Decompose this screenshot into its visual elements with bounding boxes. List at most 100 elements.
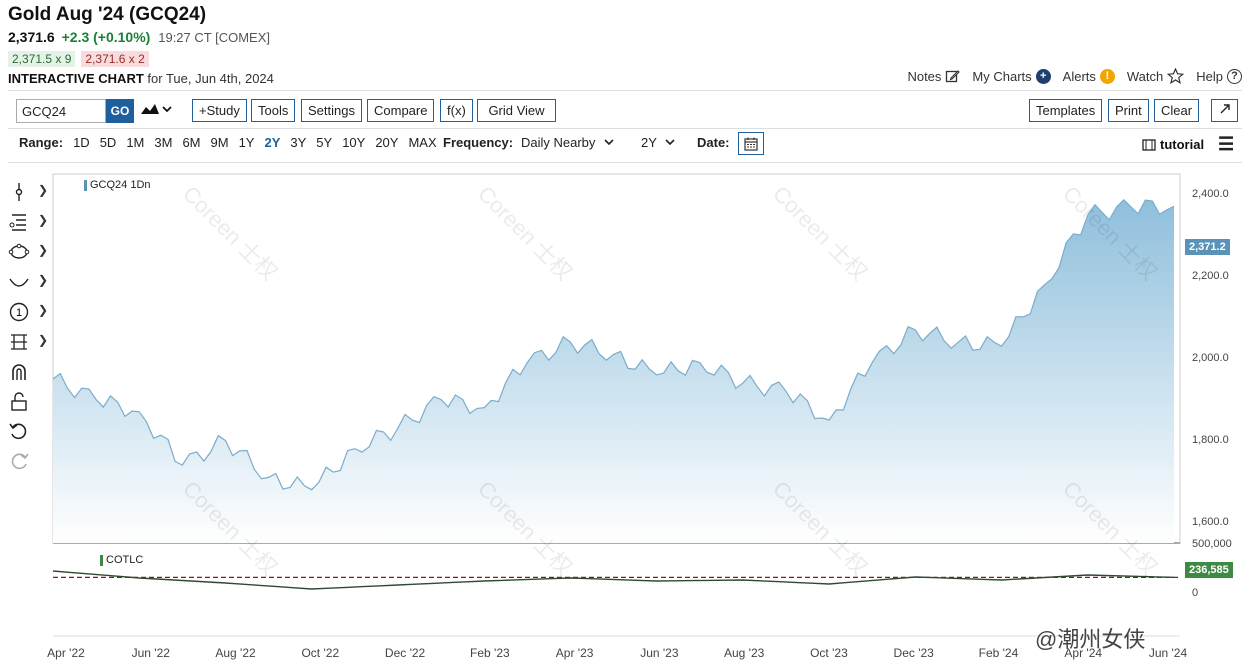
y-tick-label: 2,000.0 [1192,351,1229,364]
range-option[interactable]: 5D [100,135,117,150]
notes-label: Notes [907,68,942,84]
period-select[interactable]: 2Y [641,135,676,150]
bid-badge: 2,371.5 x 9 [8,51,76,67]
grid-view-button[interactable]: Grid View [477,99,556,122]
y-tick-label: 1,800.0 [1192,433,1229,446]
date-label: Date: [697,135,730,150]
watch-link[interactable]: Watch [1126,68,1185,84]
range-selector: Range: 1D 5D 1M 3M 6M 9M 1Y 2Y 3Y 5Y 10Y 20Y MAX [19,135,447,150]
range-option[interactable]: MAX [408,135,436,150]
range-option[interactable]: 3Y [290,135,306,150]
x-tick-label: Oct '22 [301,646,340,660]
chevron-down-icon [604,139,614,146]
y-tick-label: 1,600.0 [1192,515,1229,528]
frequency-label: Frequency: [443,135,514,150]
help-label: Help [1196,68,1223,84]
cot-line [52,570,1175,590]
star-icon [1167,68,1185,84]
calendar-icon [744,137,758,151]
weibo-text: @潮州女侠 [1035,627,1146,652]
cot-series-label: COTLC [100,554,143,566]
range-option[interactable]: 3M [154,135,172,150]
expand-icon [1220,104,1230,114]
bid-ask: 2,371.5 x 9 2,371.6 x 2 [8,51,149,67]
range-option[interactable]: 10Y [342,135,365,150]
x-tick-label: Jun '23 [640,646,679,660]
top-links: Notes My Charts + Alerts ! Watch Help ? [907,68,1242,84]
range-option[interactable]: 5Y [316,135,332,150]
ask-badge: 2,371.6 x 2 [81,51,149,67]
plus-circle-icon: + [1035,68,1051,84]
divider [8,128,1242,129]
study-button[interactable]: +Study [192,99,247,122]
film-icon [1142,138,1156,151]
x-tick-label: Jun '22 [131,646,170,660]
range-option[interactable]: 20Y [375,135,398,150]
main-series-label: GCQ24 1Dn [84,179,151,191]
chart-date: for Tue, Jun 4th, 2024 [147,71,274,86]
clear-button[interactable]: Clear [1154,99,1200,122]
last-price: 2,371.6 [8,29,55,45]
page-title: Gold Aug '24 (GCQ24) [8,4,207,25]
weibo-watermark: @潮州女侠 [1035,622,1145,654]
chart-canvas[interactable] [0,166,1250,672]
x-tick-label: Apr '22 [47,646,85,660]
symbol-input[interactable] [16,99,106,123]
chart-type-dropdown[interactable] [140,101,172,120]
price-line: 2,371.6 +2.3 (+0.10%) 19:27 CT [COMEX] [8,29,270,45]
x-tick-label: Oct '23 [810,646,848,660]
range-option[interactable]: 6M [182,135,200,150]
interactive-chart-label: INTERACTIVE CHART [8,71,144,86]
x-tick-label: Jun '24 [1148,646,1188,660]
function-button[interactable]: f(x) [440,99,473,122]
alerts-label: Alerts [1062,68,1096,84]
x-tick-label: Aug '22 [215,646,256,660]
go-button[interactable]: GO [106,99,134,123]
templates-button[interactable]: Templates [1029,99,1103,122]
x-tick-label: Dec '23 [893,646,934,660]
alert-icon: ! [1099,68,1115,84]
expand-button[interactable] [1211,99,1238,122]
cot-series-text: COTLC [106,554,144,566]
range-options: 1D 5D 1M 3M 6M 9M 1Y 2Y 3Y 5Y 10Y 20Y MAX [73,135,447,150]
my-charts-link[interactable]: My Charts + [972,68,1051,84]
range-option[interactable]: 1D [73,135,90,150]
x-tick-label: Aug '23 [723,646,765,660]
x-tick-label: Feb '23 [470,646,510,660]
menu-icon[interactable]: ☰ [1218,134,1234,155]
calendar-button[interactable] [738,132,764,155]
watch-label: Watch [1126,68,1164,84]
tutorial-label: tutorial [1160,137,1205,152]
x-tick-label: Feb '24 [978,646,1019,660]
alerts-link[interactable]: Alerts ! [1062,68,1115,84]
print-button[interactable]: Print [1108,99,1149,122]
quote-time: 19:27 CT [COMEX] [158,30,270,45]
help-link[interactable]: Help ? [1196,68,1242,84]
settings-button[interactable]: Settings [301,99,362,122]
compare-button[interactable]: Compare [367,99,435,122]
range-option[interactable]: 9M [211,135,229,150]
price-chart[interactable]: GCQ24 1Dn COTLC 2,400.0 2,200.0 2,000.0 1,8… [0,166,1250,672]
chart-date-line: INTERACTIVE CHART for Tue, Jun 4th, 2024 [8,71,274,86]
range-label: Range: [19,135,64,150]
y-tick-label: 2,200.0 [1192,269,1229,282]
frequency-select[interactable]: Daily Nearby [521,135,615,150]
last-price-tag: 2,371.2 [1185,239,1230,255]
y-tick-label: 2,400.0 [1192,187,1229,200]
price-area [53,199,1174,543]
tutorial-link[interactable]: tutorial [1142,137,1204,152]
frequency-value: Daily Nearby [521,135,596,150]
price-change: +2.3 (+0.10%) [61,29,151,45]
tools-button[interactable]: Tools [251,99,296,122]
notes-link[interactable]: Notes [907,68,961,84]
series-swatch [84,179,87,191]
range-option[interactable]: 2Y [264,135,280,150]
mountain-chart-icon [141,104,172,114]
range-option[interactable]: 1Y [239,135,255,150]
pencil-icon [946,69,961,82]
cot-y-tick-label: 0 [1192,587,1199,599]
main-series-text: GCQ24 1Dn [90,179,151,191]
period-value: 2Y [641,135,657,150]
range-option[interactable]: 1M [126,135,144,150]
chart-toolbar: GO +Study Tools Settings Compare f(x) Gr… [16,99,1240,124]
